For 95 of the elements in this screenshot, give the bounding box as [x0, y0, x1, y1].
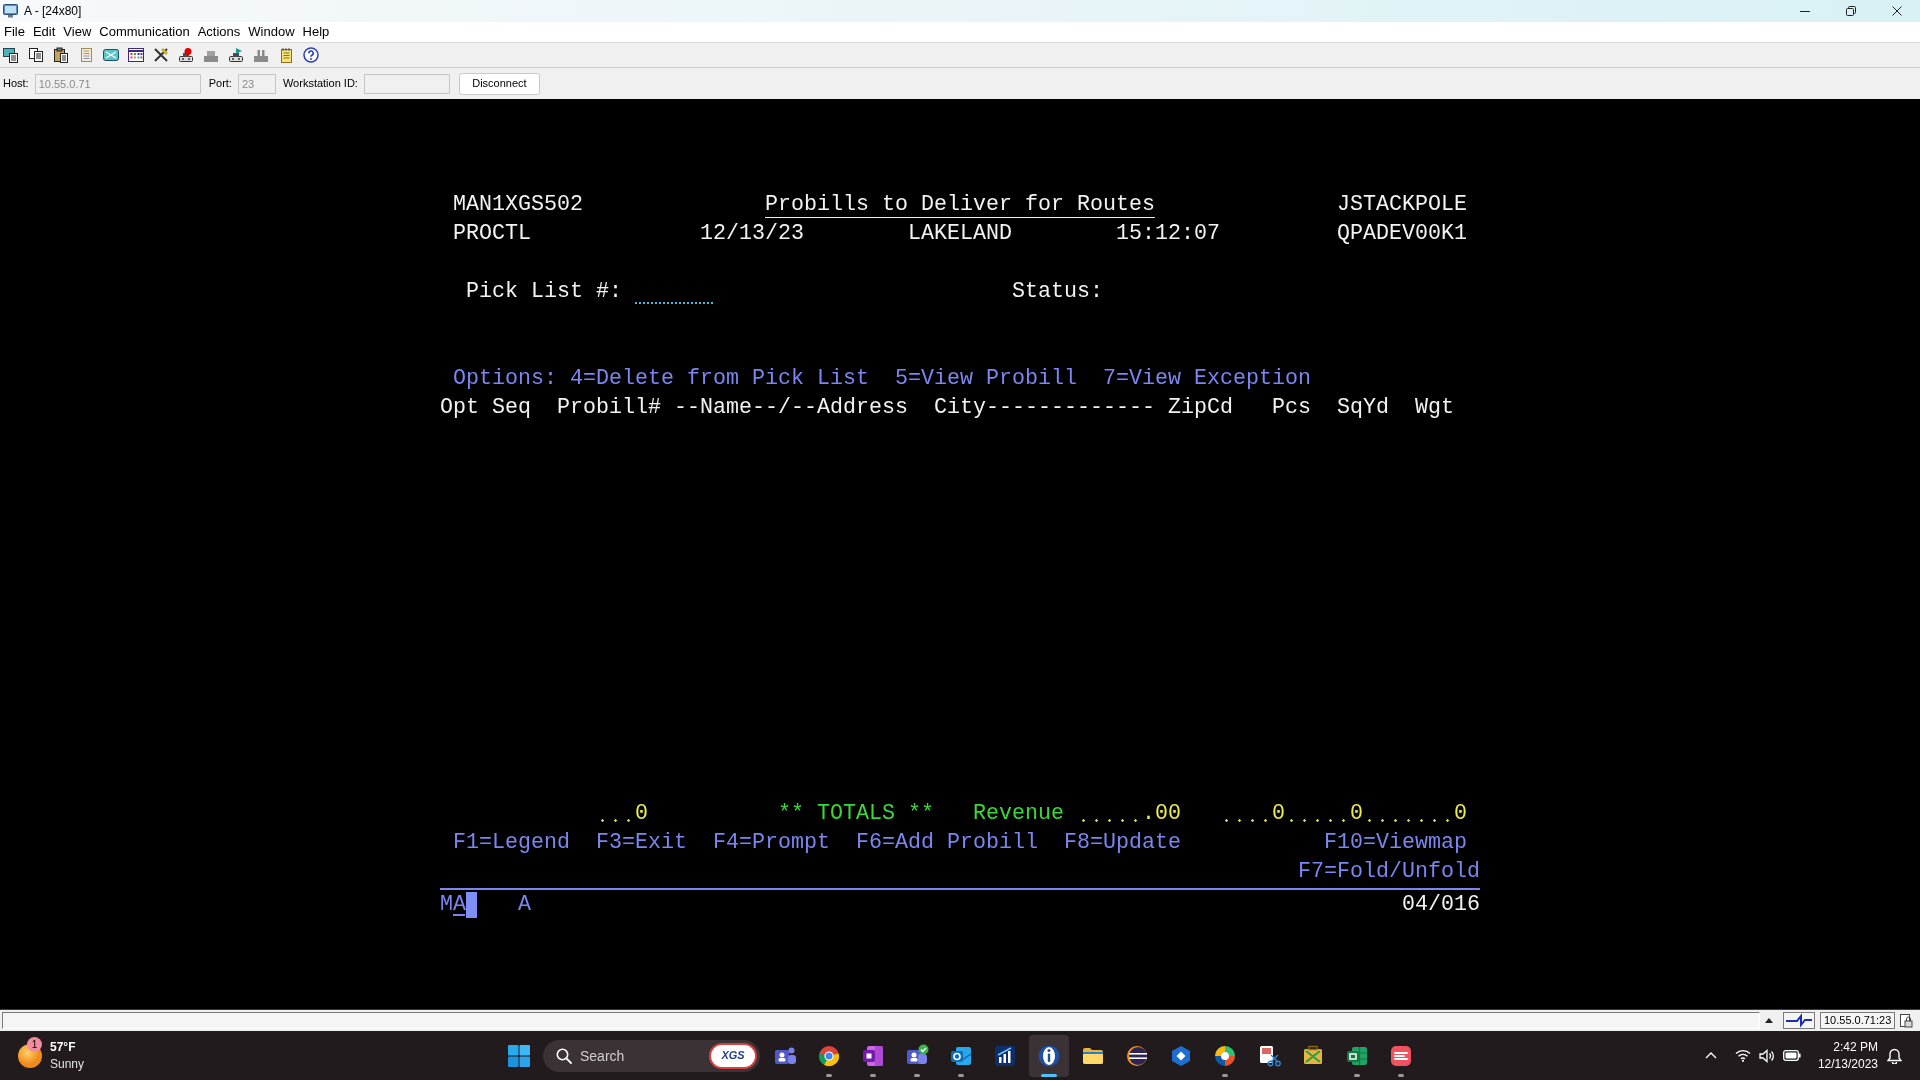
- program-id: MAN1XGS502: [453, 191, 583, 219]
- pick-list-label: Pick List #:: [466, 278, 622, 306]
- column-header: City-------------: [934, 394, 1155, 422]
- weather-condition: Sunny: [50, 1055, 85, 1073]
- revenue-label: Revenue: [973, 800, 1064, 828]
- column-header: Seq: [492, 394, 531, 422]
- swirl-icon: [1213, 1043, 1237, 1068]
- option-text: 5=View Probill: [895, 365, 1077, 393]
- field-label: Port:: [208, 76, 232, 92]
- search-highlight-logo: XGS: [709, 1042, 757, 1069]
- chevron-up-icon[interactable]: [1704, 1052, 1717, 1059]
- hexagon-icon: [1169, 1043, 1193, 1068]
- field-label: Workstation ID:: [282, 76, 358, 92]
- total-value: 0: [635, 800, 648, 828]
- column-header: Pcs: [1272, 394, 1311, 422]
- notebook-tile-icon: [861, 1043, 885, 1068]
- restore-icon: [1846, 6, 1856, 16]
- function-key-text: F6=Add Probill: [856, 829, 1038, 857]
- total-value: .00: [1142, 800, 1181, 828]
- totals-label: ** TOTALS **: [778, 800, 934, 828]
- notification-badge: 1: [27, 1036, 42, 1052]
- column-header: Probill#: [557, 394, 661, 422]
- menu-item[interactable]: Window: [244, 22, 299, 42]
- disconnect-button[interactable]: Disconnect: [458, 72, 540, 95]
- search-field[interactable]: Search XGS: [543, 1039, 760, 1072]
- help-icon[interactable]: [303, 47, 319, 63]
- screen-icon[interactable]: [103, 47, 119, 63]
- search-icon: [556, 1047, 572, 1064]
- screen-time: 15:12:07: [1116, 220, 1220, 248]
- monitor-page-icon[interactable]: [3, 47, 19, 63]
- speaker-icon[interactable]: [1758, 1048, 1775, 1063]
- menu-item[interactable]: Communication: [95, 22, 194, 42]
- taskbar-app-button[interactable]: [1029, 1034, 1069, 1077]
- triangle-up-icon: [1765, 1018, 1773, 1023]
- pause-icon[interactable]: [253, 47, 269, 63]
- column-header: ZipCd: [1168, 394, 1233, 422]
- weather-temperature: 57°F: [50, 1038, 77, 1056]
- search-input[interactable]: Search: [580, 1044, 690, 1067]
- menu-item[interactable]: Actions: [193, 22, 245, 42]
- function-key-text: F8=Update: [1064, 829, 1181, 857]
- clock-date: 12/13/2023: [1817, 1055, 1878, 1073]
- total-value: 0: [1272, 800, 1285, 828]
- options-label: Options:: [453, 365, 557, 393]
- clock-time: 2:42 PM: [1833, 1038, 1878, 1056]
- menu-item[interactable]: View: [59, 22, 96, 42]
- play-icon[interactable]: [228, 47, 244, 63]
- battery-icon[interactable]: [1782, 1050, 1801, 1061]
- clipboard-icon[interactable]: [53, 47, 69, 63]
- scissors-icon: [1257, 1043, 1281, 1068]
- total-value: 0: [1350, 800, 1363, 828]
- function-key-text: F4=Prompt: [713, 829, 830, 857]
- cursor-block-icon: [466, 891, 477, 918]
- function-key-text: F3=Exit: [596, 829, 687, 857]
- function-key-text: F10=Viewmap: [1324, 829, 1467, 857]
- four-squares-icon[interactable]: [508, 1044, 530, 1067]
- device-name: QPADEV00K1: [1337, 220, 1467, 248]
- color-wheel-icon: [817, 1043, 841, 1068]
- cursor-position: 04/016: [1402, 891, 1480, 919]
- screen-title: Probills to Deliver for Routes: [765, 191, 1155, 219]
- menu-item[interactable]: File: [0, 22, 29, 42]
- copy-icon[interactable]: [28, 47, 44, 63]
- column-header: SqYd: [1337, 394, 1389, 422]
- tools-icon[interactable]: [153, 47, 169, 63]
- notepad-icon[interactable]: [278, 47, 294, 63]
- record-icon[interactable]: [178, 47, 194, 63]
- menu-item[interactable]: Help: [298, 22, 334, 42]
- grid-icon[interactable]: [128, 47, 144, 63]
- user-name: JSTACKPOLE: [1337, 191, 1467, 219]
- option-text: 4=Delete from Pick List: [570, 365, 869, 393]
- column-header: Opt: [440, 394, 479, 422]
- monitor-icon: [3, 4, 18, 18]
- column-header: --Name--/--Address: [674, 394, 908, 422]
- info-circle-icon: [1037, 1043, 1061, 1068]
- bar-chart-icon: [993, 1043, 1017, 1068]
- host-address: 10.55.0.71:23: [1820, 1012, 1896, 1029]
- menu-item[interactable]: Edit: [28, 22, 60, 42]
- status-label: Status:: [1012, 278, 1103, 306]
- screen-date: 12/13/23: [700, 220, 804, 248]
- stripes-tile-icon: [1389, 1043, 1413, 1068]
- function-key-text: F1=Legend: [453, 829, 570, 857]
- function-key-text: F7=Fold/Unfold: [1298, 858, 1480, 886]
- close-icon: [1892, 6, 1902, 16]
- window-title: A - [24x80]: [24, 3, 82, 20]
- location-name: LAKELAND: [908, 220, 1012, 248]
- minimize-icon: [1800, 10, 1810, 12]
- library-name: PROCTL: [453, 220, 531, 248]
- total-value: 0: [1454, 800, 1467, 828]
- striped-circle-icon: [1125, 1043, 1149, 1068]
- column-header: Wgt: [1415, 394, 1454, 422]
- oia-status: A: [518, 891, 531, 919]
- bell-icon[interactable]: [1887, 1047, 1902, 1064]
- document-icon[interactable]: [78, 47, 94, 63]
- wifi-icon[interactable]: [1734, 1049, 1751, 1062]
- option-text: 7=View Exception: [1103, 365, 1311, 393]
- field-label: Host:: [3, 76, 29, 92]
